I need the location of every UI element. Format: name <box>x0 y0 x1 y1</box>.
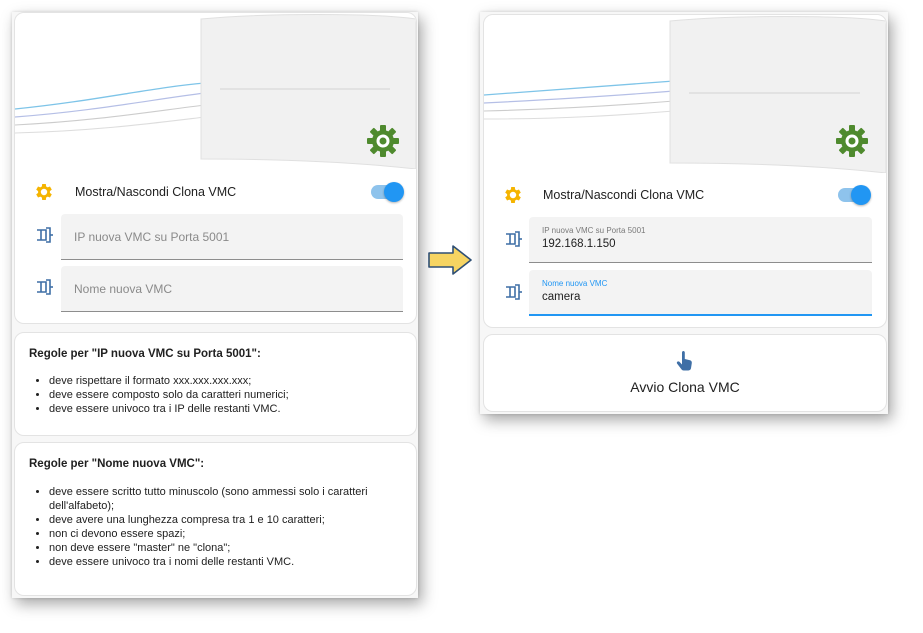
start-clone-label: Avvio Clona VMC <box>630 379 740 395</box>
vmc-logo-icon <box>367 125 399 157</box>
name-rules-card: Regole per "Nome nuova VMC": deve essere… <box>14 442 417 596</box>
name-rules-title: Regole per "Nome nuova VMC": <box>29 458 205 470</box>
toggle-knob <box>851 185 871 205</box>
ip-field-value: 192.168.1.150 <box>542 238 616 250</box>
panel-after: Mostra/Nascondi Clona VMC IP nuova VMC s… <box>480 12 888 414</box>
panel-before: Mostra/Nascondi Clona VMC IP nuova VMC s… <box>12 12 418 598</box>
settings-card: Mostra/Nascondi Clona VMC IP nuova VMC s… <box>14 12 417 324</box>
rule-item: deve rispettare il formato xxx.xxx.xxx.x… <box>49 374 419 388</box>
rule-item: deve essere composto solo da caratteri n… <box>49 388 419 402</box>
device-icon <box>35 225 57 247</box>
toggle-row: Mostra/Nascondi Clona VMC <box>484 181 886 207</box>
name-input[interactable]: Nome nuova VMC camera <box>529 270 872 316</box>
toggle-label: Mostra/Nascondi Clona VMC <box>75 185 237 199</box>
name-placeholder: Nome nuova VMC <box>74 282 173 296</box>
settings-card: Mostra/Nascondi Clona VMC IP nuova VMC s… <box>483 14 887 328</box>
ip-rules-title: Regole per "IP nuova VMC su Porta 5001": <box>29 348 261 360</box>
rule-item: deve avere una lunghezza compresa tra 1 … <box>49 513 419 527</box>
vmc-hero-image <box>484 15 886 173</box>
start-clone-button[interactable]: Avvio Clona VMC <box>483 334 887 412</box>
clone-visibility-toggle[interactable] <box>371 182 404 202</box>
rule-item: non deve essere "master" ne "clona"; <box>49 541 419 555</box>
ip-rules-card: Regole per "IP nuova VMC su Porta 5001":… <box>14 332 417 436</box>
hand-pointer-icon <box>676 351 694 371</box>
device-icon <box>504 282 526 304</box>
right-arrow-icon <box>427 244 473 281</box>
ip-input[interactable]: IP nuova VMC su Porta 5001 <box>61 214 403 260</box>
rule-item: non ci devono essere spazi; <box>49 527 419 541</box>
name-input[interactable]: Nome nuova VMC <box>61 266 403 312</box>
name-field-label: Nome nuova VMC <box>542 279 608 288</box>
vmc-hero-image <box>15 13 416 169</box>
ip-rules-list: deve rispettare il formato xxx.xxx.xxx.x… <box>29 374 419 416</box>
toggle-knob <box>384 182 404 202</box>
gear-icon <box>502 184 524 206</box>
vmc-logo-icon <box>836 125 868 157</box>
rule-item: deve essere scritto tutto minuscolo (son… <box>49 485 419 513</box>
toggle-label: Mostra/Nascondi Clona VMC <box>543 188 705 202</box>
rule-item: deve essere univoco tra i nomi delle res… <box>49 555 419 569</box>
device-icon <box>35 277 57 299</box>
toggle-row: Mostra/Nascondi Clona VMC <box>15 179 416 205</box>
name-field-value: camera <box>542 291 581 303</box>
ip-placeholder: IP nuova VMC su Porta 5001 <box>74 230 230 244</box>
clone-visibility-toggle[interactable] <box>838 185 871 205</box>
device-icon <box>504 229 526 251</box>
gear-icon <box>33 181 55 203</box>
name-rules-list: deve essere scritto tutto minuscolo (son… <box>29 485 419 569</box>
ip-field-label: IP nuova VMC su Porta 5001 <box>542 226 646 235</box>
rule-item: deve essere univoco tra i IP delle resta… <box>49 402 419 416</box>
ip-input[interactable]: IP nuova VMC su Porta 5001 192.168.1.150 <box>529 217 872 263</box>
